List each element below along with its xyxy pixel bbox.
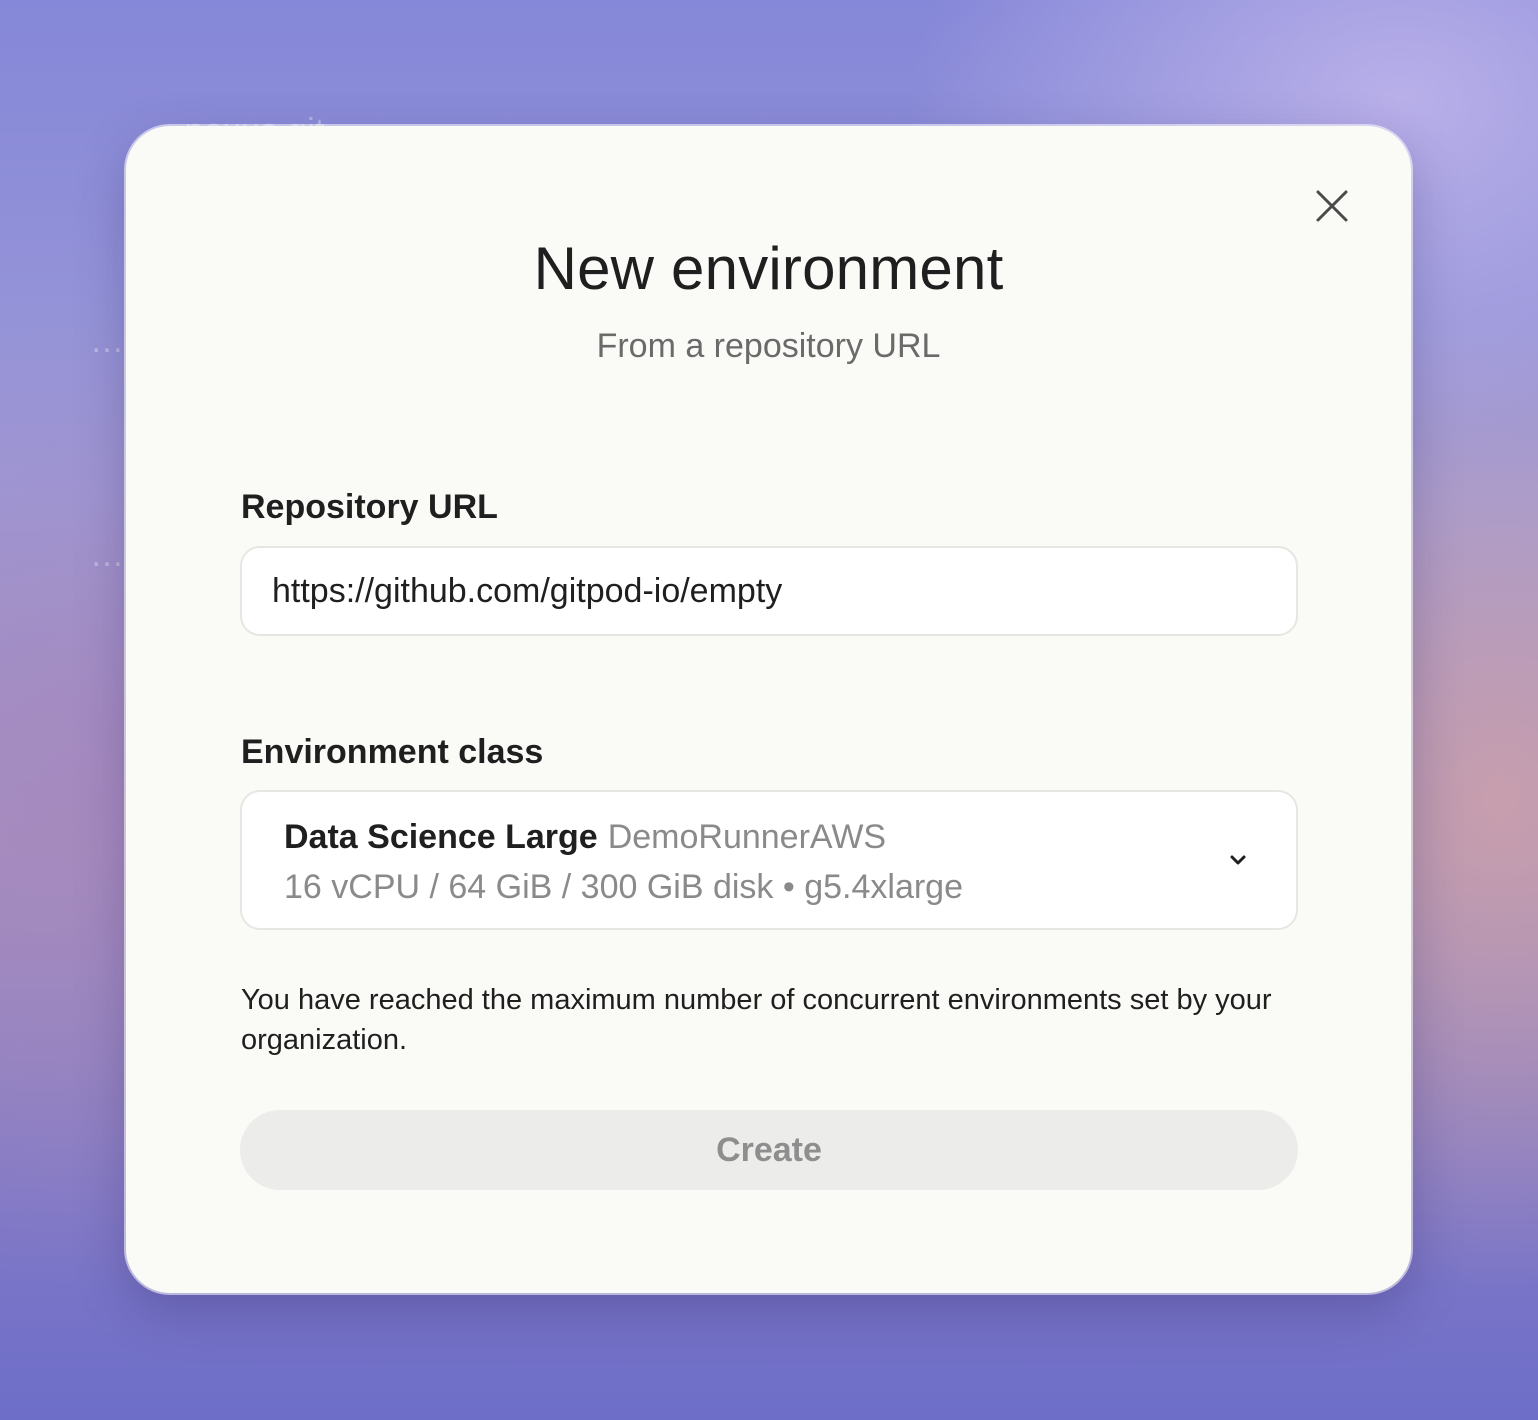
environment-class-label: Environment class xyxy=(241,733,544,771)
selected-class-line: Data Science Large DemoRunnerAWS xyxy=(284,818,886,857)
close-icon xyxy=(1316,190,1348,222)
environment-class-select[interactable]: Data Science Large DemoRunnerAWS 16 vCPU … xyxy=(240,790,1298,930)
dialog-title: New environment xyxy=(533,235,1004,302)
concurrency-limit-message: You have reached the maximum number of c… xyxy=(241,984,1272,1056)
dialog-subtitle: From a repository URL xyxy=(596,327,941,365)
close-button[interactable] xyxy=(1310,184,1354,228)
repository-url-label: Repository URL xyxy=(241,488,498,526)
create-button[interactable]: Create xyxy=(240,1110,1298,1190)
new-environment-dialog: New environment From a repository URL Re… xyxy=(126,126,1411,1293)
selected-class-name: Data Science Large xyxy=(284,818,598,856)
chevron-down-icon xyxy=(1230,855,1246,865)
selected-runner-name: DemoRunnerAWS xyxy=(607,818,887,856)
selected-class-specs: 16 vCPU / 64 GiB / 300 GiB disk • g5.4xl… xyxy=(284,868,964,906)
repository-url-input[interactable] xyxy=(240,546,1298,636)
